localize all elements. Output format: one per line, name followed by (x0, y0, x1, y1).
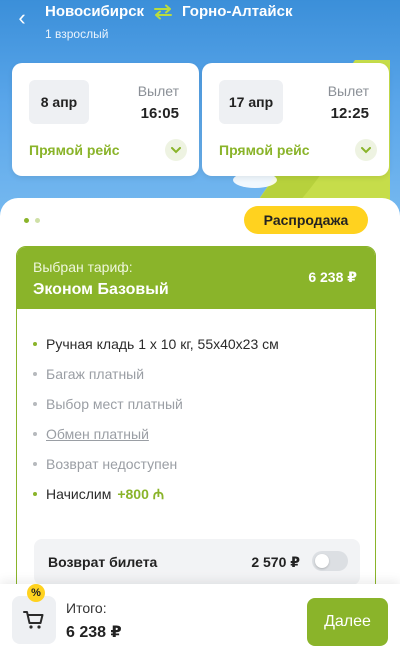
bullet-icon (33, 372, 37, 376)
cart-button[interactable] (12, 596, 56, 644)
outbound-flight-card[interactable]: 8 апр Вылет 16:05 Прямой рейс (12, 63, 199, 176)
refund-price: 2 570 ₽ (251, 554, 300, 570)
tariff-header: Выбран тариф: Эконом Базовый 6 238 ₽ (17, 247, 375, 309)
sale-badge: Распродажа (244, 206, 368, 234)
destination-city: Горно-Алтайск (182, 3, 293, 20)
route-title: Новосибирск Горно-Алтайск (45, 3, 292, 20)
promo-percent-icon: % (27, 584, 45, 602)
passenger-count: 1 взрослый (45, 27, 109, 41)
departure-time: 12:25 (330, 105, 369, 122)
origin-city: Новосибирск (45, 3, 145, 20)
flight-date: 8 апр (29, 80, 89, 124)
departure-time: 16:05 (140, 105, 179, 122)
refund-option: Возврат билета 2 570 ₽ (34, 539, 360, 585)
total-label: Итого: (66, 600, 107, 616)
total-value: 6 238 ₽ (66, 624, 122, 641)
feature-refund: Возврат недоступен (33, 449, 279, 479)
departure-label: Вылет (137, 83, 179, 99)
carousel-dots (24, 218, 40, 223)
back-arrow-icon[interactable]: ‹ (10, 6, 34, 30)
feature-seat-selection: Выбор мест платный (33, 389, 279, 419)
return-flight-card[interactable]: 17 апр Вылет 12:25 Прямой рейс (202, 63, 389, 176)
refund-toggle[interactable] (312, 551, 348, 571)
tariff-caption: Выбран тариф: (33, 259, 133, 275)
toggle-knob (315, 554, 329, 568)
cart-icon (23, 611, 44, 629)
carousel-dot[interactable] (35, 218, 40, 223)
feature-bonus: Начислим +800 ₼ (33, 479, 279, 509)
bullet-icon (33, 402, 37, 406)
exchange-link[interactable]: Обмен платный (46, 426, 149, 442)
chevron-down-icon[interactable] (165, 139, 187, 161)
bullet-icon (33, 492, 37, 496)
bullet-icon (33, 342, 37, 346)
refund-label: Возврат билета (48, 554, 158, 570)
feature-hand-luggage: Ручная кладь 1 x 10 кг, 55x40x23 см (33, 329, 279, 359)
checkout-footer: % Итого: 6 238 ₽ Далее (0, 584, 400, 657)
chevron-down-icon[interactable] (355, 139, 377, 161)
tariff-features: Ручная кладь 1 x 10 кг, 55x40x23 см Бага… (33, 329, 279, 509)
swap-arrows-icon (154, 4, 173, 19)
tariff-price: 6 238 ₽ (308, 269, 357, 285)
bonus-miles: +800 ₼ (117, 485, 165, 502)
feature-baggage: Багаж платный (33, 359, 279, 389)
next-button[interactable]: Далее (307, 598, 388, 646)
carousel-dot-active[interactable] (24, 218, 29, 223)
bullet-icon (33, 432, 37, 436)
route-header: ‹ Новосибирск Горно-Алтайск 1 взрослый (0, 0, 400, 52)
tariff-name: Эконом Базовый (33, 281, 169, 298)
flight-date: 17 апр (219, 80, 283, 124)
flight-type: Прямой рейс (29, 142, 120, 158)
bullet-icon (33, 462, 37, 466)
flight-type: Прямой рейс (219, 142, 310, 158)
feature-exchange[interactable]: Обмен платный (33, 419, 279, 449)
departure-label: Вылет (327, 83, 369, 99)
